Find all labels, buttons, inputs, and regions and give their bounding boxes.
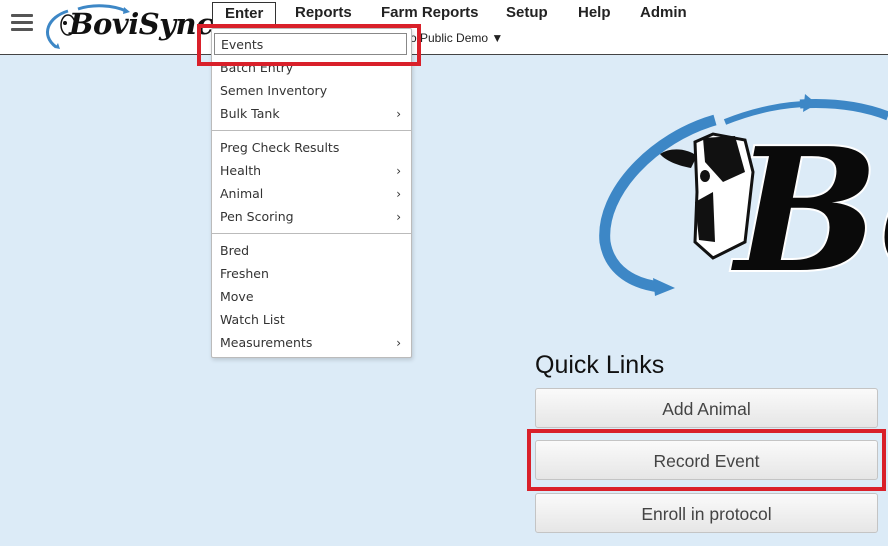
menu-item-freshen[interactable]: Freshen — [220, 263, 405, 285]
logo-text: BoviSync — [69, 7, 214, 41]
menu-item-health[interactable]: Health › — [220, 160, 405, 182]
enter-dropdown-menu: Events Batch Entry Semen Inventory Bulk … — [211, 28, 412, 358]
submenu-chevron-icon: › — [396, 210, 401, 224]
nav-reports[interactable]: Reports — [295, 2, 352, 24]
menu-item-pen-scoring[interactable]: Pen Scoring › — [220, 206, 405, 228]
menu-item-label: Watch List — [220, 312, 285, 327]
menu-item-label: Preg Check Results — [220, 140, 340, 155]
enroll-in-protocol-button[interactable]: Enroll in protocol — [535, 493, 878, 533]
menu-item-label: Semen Inventory — [220, 83, 328, 98]
menu-item-label: Move — [220, 289, 254, 304]
bovisync-large-logo-icon: Bo — [599, 94, 888, 297]
nav-farm-reports[interactable]: Farm Reports — [381, 2, 479, 24]
menu-item-label: Bred — [220, 243, 250, 258]
menu-divider — [212, 130, 411, 131]
menu-item-label: Bulk Tank — [220, 106, 280, 121]
menu-item-bulk-tank[interactable]: Bulk Tank › — [220, 103, 405, 125]
menu-item-label: Freshen — [220, 266, 269, 281]
nav-setup[interactable]: Setup — [506, 2, 548, 24]
farm-selector[interactable]: o Public Demo ▼ — [410, 31, 503, 45]
nav-enter[interactable]: Enter — [212, 2, 277, 25]
menu-item-events[interactable]: Events — [214, 33, 407, 55]
menu-item-semen-inventory[interactable]: Semen Inventory — [220, 80, 405, 102]
nav-help[interactable]: Help — [578, 2, 611, 24]
submenu-chevron-icon: › — [396, 107, 401, 121]
hamburger-menu-icon[interactable] — [11, 14, 33, 31]
menu-item-label: Pen Scoring — [220, 209, 294, 224]
submenu-chevron-icon: › — [396, 187, 401, 201]
menu-item-animal[interactable]: Animal › — [220, 183, 405, 205]
menu-item-label: Health — [220, 163, 262, 178]
bovisync-logo[interactable]: BoviSync — [38, 3, 214, 51]
submenu-chevron-icon: › — [396, 164, 401, 178]
add-animal-button[interactable]: Add Animal — [535, 388, 878, 428]
menu-item-label: Events — [221, 37, 264, 52]
nav-admin[interactable]: Admin — [640, 2, 687, 24]
menu-item-bred[interactable]: Bred — [220, 240, 405, 262]
menu-item-batch-entry[interactable]: Batch Entry — [220, 57, 405, 79]
menu-item-label: Measurements — [220, 335, 313, 350]
menu-divider — [212, 233, 411, 234]
menu-item-watch-list[interactable]: Watch List — [220, 309, 405, 331]
menu-item-label: Batch Entry — [220, 60, 294, 75]
menu-item-move[interactable]: Move — [220, 286, 405, 308]
menu-item-measurements[interactable]: Measurements › — [220, 332, 405, 354]
menu-item-preg-check-results[interactable]: Preg Check Results — [220, 137, 405, 159]
record-event-button[interactable]: Record Event — [535, 440, 878, 480]
menu-item-label: Animal — [220, 186, 264, 201]
big-logo-text: Bo — [731, 111, 888, 297]
top-navigation-bar: BoviSync Enter Reports Farm Reports Setu… — [0, 0, 888, 55]
submenu-chevron-icon: › — [396, 336, 401, 350]
quick-links-title: Quick Links — [535, 351, 665, 379]
